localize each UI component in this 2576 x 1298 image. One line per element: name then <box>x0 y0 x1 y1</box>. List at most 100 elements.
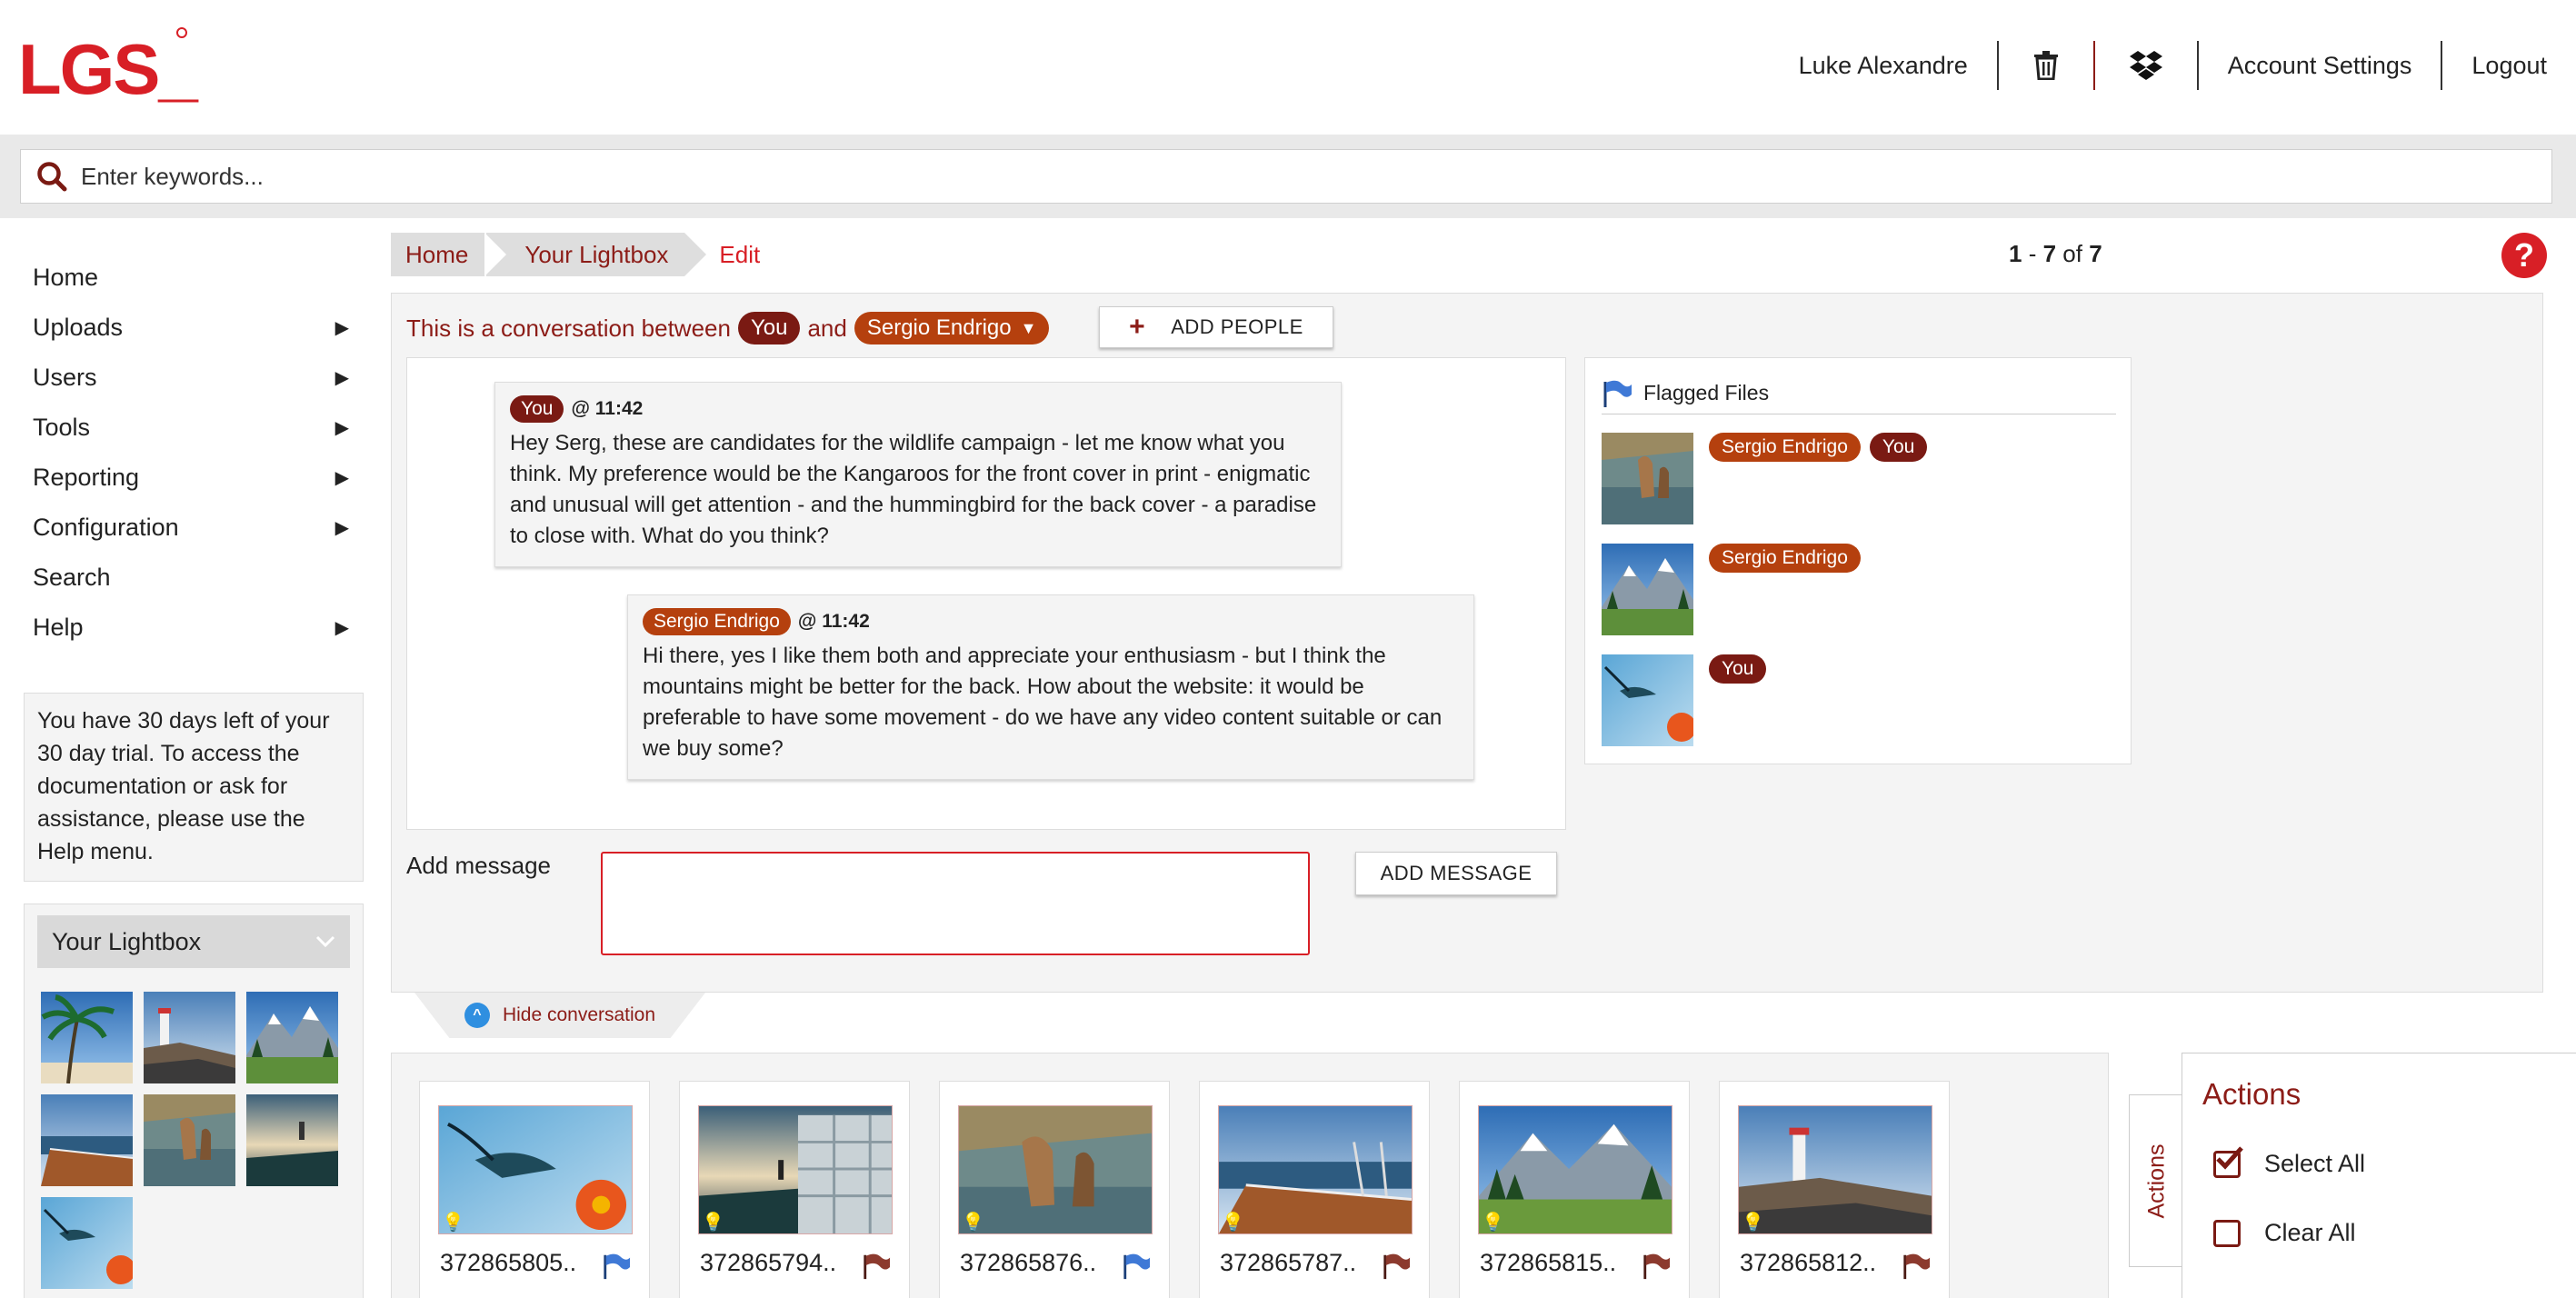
conversation-intro-text: This is a conversation between <box>406 314 731 342</box>
breadcrumb-lightbox[interactable]: Your Lightbox <box>484 233 707 276</box>
flagged-file-thumb[interactable] <box>1602 654 1693 746</box>
actions-tab[interactable]: Actions <box>2129 1094 2183 1267</box>
file-card[interactable]: 💡 372865805.. <box>419 1081 650 1298</box>
participant-dropdown[interactable]: Sergio Endrigo ▼ <box>854 312 1050 344</box>
message-item: Sergio Endrigo @ 11:42 Hi there, yes I l… <box>627 594 1474 780</box>
sidebar-item-label: Help <box>33 614 84 641</box>
logout-link[interactable]: Logout <box>2442 40 2576 91</box>
page-total: 7 <box>2089 240 2102 267</box>
red-flag-icon[interactable] <box>1642 1253 1671 1280</box>
empty-checkbox-icon[interactable] <box>2213 1219 2241 1247</box>
conversation-intro: This is a conversation between You and S… <box>406 308 1056 348</box>
lightbox-title: Your Lightbox <box>52 927 202 955</box>
sidebar-item-uploads[interactable]: Uploads ▶ <box>33 303 351 353</box>
file-thumbnail[interactable] <box>1738 1105 1932 1234</box>
page-start: 1 <box>2009 240 2022 267</box>
lightbox-thumb[interactable] <box>41 1197 133 1289</box>
checked-checkbox-icon[interactable] <box>2213 1145 2243 1178</box>
user-name[interactable]: Luke Alexandre <box>1770 40 1997 91</box>
account-settings-link[interactable]: Account Settings <box>2199 40 2441 91</box>
lightbox-thumb[interactable] <box>41 1094 133 1186</box>
red-flag-icon[interactable] <box>1382 1253 1411 1280</box>
message-item: You @ 11:42 Hey Serg, these are candidat… <box>494 382 1342 567</box>
message-meta: You @ 11:42 <box>510 394 1326 424</box>
file-card[interactable]: 💡 372865787.. <box>1199 1081 1430 1298</box>
file-name: 372865812.. <box>1740 1249 1877 1276</box>
add-message-input[interactable] <box>601 852 1310 955</box>
search-input[interactable] <box>81 162 2444 191</box>
lightbox-dropdown[interactable]: Your Lightbox <box>37 915 350 968</box>
flagged-file-thumb[interactable] <box>1602 544 1693 635</box>
page-end: 7 <box>2042 240 2057 267</box>
sidebar-item-label: Search <box>33 564 111 591</box>
actions-body: Actions Select All Clear All <box>2182 1053 2576 1298</box>
sidebar-item-label: Configuration <box>33 514 179 541</box>
blue-flag-icon[interactable] <box>602 1253 631 1280</box>
sidebar-item-users[interactable]: Users ▶ <box>33 353 351 403</box>
file-name: 372865876.. <box>960 1249 1097 1276</box>
file-card[interactable]: 💡 372865815.. <box>1459 1081 1690 1298</box>
flagged-files-title: Flagged Files <box>1643 381 1770 404</box>
chevron-up-icon: ^ <box>464 1003 490 1028</box>
add-people-button[interactable]: + ADD PEOPLE <box>1099 306 1333 348</box>
file-card[interactable]: 💡 372865794.. <box>679 1081 910 1298</box>
participant-name: Sergio Endrigo <box>866 315 1012 340</box>
clear-all-option[interactable]: Clear All <box>2213 1219 2356 1247</box>
submenu-arrow-icon: ▶ <box>334 518 349 538</box>
sidebar-item-home[interactable]: Home <box>33 253 351 303</box>
sidebar-item-tools[interactable]: Tools ▶ <box>33 403 351 453</box>
sidebar-item-configuration[interactable]: Configuration ▶ <box>33 503 351 553</box>
lightbox-thumb[interactable] <box>41 992 133 1083</box>
blue-flag-icon <box>1603 380 1632 407</box>
trash-button[interactable] <box>1999 40 2093 91</box>
lightbox-thumb[interactable] <box>144 1094 235 1186</box>
hide-conversation-toggle[interactable]: ^ Hide conversation <box>414 993 705 1038</box>
help-question-icon[interactable]: ? <box>2501 233 2547 278</box>
page-of: of <box>2062 240 2082 267</box>
person-badge: You <box>1869 433 1928 462</box>
red-flag-icon[interactable] <box>1902 1253 1931 1280</box>
conversation-panel: This is a conversation between You and S… <box>391 293 2543 993</box>
add-people-label: ADD PEOPLE <box>1171 315 1303 338</box>
add-message-label: Add message <box>406 852 551 879</box>
file-thumbnail[interactable] <box>958 1105 1153 1234</box>
file-thumbnail[interactable] <box>1218 1105 1413 1234</box>
blue-flag-icon[interactable] <box>1122 1253 1151 1280</box>
lightbox-thumb[interactable] <box>246 1094 338 1186</box>
add-message-button[interactable]: ADD MESSAGE <box>1355 852 1557 895</box>
sidebar-item-search[interactable]: Search <box>33 553 351 603</box>
files-grid: 💡 372865805.. 💡 372865794.. 💡 372865876.… <box>391 1053 2109 1298</box>
dropbox-button[interactable] <box>2095 40 2197 91</box>
file-thumbnail[interactable] <box>438 1105 633 1234</box>
file-card[interactable]: 💡 372865812.. <box>1719 1081 1950 1298</box>
breadcrumb-edit[interactable]: Edit <box>719 241 760 269</box>
lightbox-thumb[interactable] <box>144 992 235 1083</box>
chevron-down-icon: ▼ <box>1020 318 1037 337</box>
sidebar-item-reporting[interactable]: Reporting ▶ <box>33 453 351 503</box>
participant-you-badge: You <box>737 312 801 344</box>
file-name: 372865815.. <box>1480 1249 1617 1276</box>
lgs-logo[interactable]: LGS_ <box>18 27 218 111</box>
sidebar-item-help[interactable]: Help ▶ <box>33 603 351 653</box>
file-card[interactable]: 💡 372865876.. <box>939 1081 1170 1298</box>
submenu-arrow-icon: ▶ <box>334 418 349 438</box>
sidebar-menu: Home Uploads ▶ Users ▶ Tools ▶ Reporting ▶ C… <box>33 253 351 653</box>
logo-text: LGS_ <box>18 29 198 109</box>
sidebar-item-label: Uploads <box>33 314 124 341</box>
file-thumbnail[interactable] <box>698 1105 893 1234</box>
flagged-file-thumb[interactable] <box>1602 433 1693 524</box>
hide-conversation-label: Hide conversation <box>502 1004 656 1025</box>
submenu-arrow-icon: ▶ <box>334 368 349 388</box>
lightbox-thumb[interactable] <box>246 992 338 1083</box>
search-icon[interactable] <box>34 158 70 195</box>
top-nav: Luke Alexandre Account Settings Logout <box>1770 40 2576 91</box>
dropbox-icon <box>2129 51 2162 80</box>
red-flag-icon[interactable] <box>862 1253 891 1280</box>
select-all-option[interactable]: Select All <box>2213 1145 2365 1178</box>
trial-notice: You have 30 days left of your 30 day tri… <box>24 693 364 882</box>
file-thumbnail[interactable] <box>1478 1105 1672 1234</box>
conversation-and-text: and <box>807 314 847 342</box>
clear-all-label: Clear All <box>2264 1219 2356 1246</box>
message-author-badge: You <box>510 395 564 423</box>
breadcrumb-home[interactable]: Home <box>391 233 507 276</box>
